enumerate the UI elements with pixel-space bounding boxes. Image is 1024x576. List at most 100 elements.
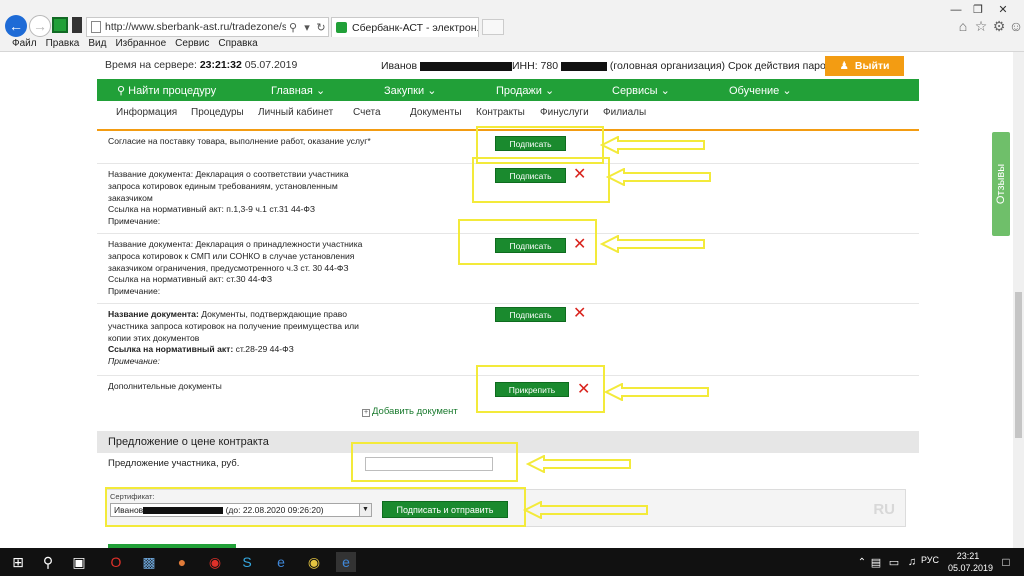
nav-purchases-label: Закупки xyxy=(384,85,425,97)
favorites-star-icon[interactable]: ☆ xyxy=(973,18,989,34)
server-date-value: 05.07.2019 xyxy=(244,59,298,71)
subnav-documents[interactable]: Документы xyxy=(410,107,462,118)
menu-edit[interactable]: Правка xyxy=(46,38,80,52)
doc-row-text: Название документа: Документы, подтвержд… xyxy=(108,309,370,368)
forward-arrow-icon[interactable]: → xyxy=(29,15,51,37)
subnav-cabinet[interactable]: Личный кабинет xyxy=(258,107,333,118)
menu-favorites[interactable]: Избранное xyxy=(115,38,166,52)
doc-row-text: Название документа: Декларация о принадл… xyxy=(108,239,370,298)
sub-nav: Информация Процедуры Личный кабинет Счет… xyxy=(97,107,919,123)
scroll-thumb[interactable] xyxy=(1015,292,1022,438)
subnav-finservices[interactable]: Финуслуги xyxy=(540,107,589,118)
browser-tab-active[interactable]: Сбербанк-АСТ - электрон... × xyxy=(331,17,479,37)
nav-training[interactable]: Обучение ⌄ xyxy=(729,84,792,97)
chevron-down-icon: ⌄ xyxy=(782,85,792,97)
subnav-procedures[interactable]: Процедуры xyxy=(191,107,244,118)
nav-main[interactable]: Главная ⌄ xyxy=(271,84,325,97)
sberbank-site-icon xyxy=(52,17,68,33)
nav-find-label: Найти процедуру xyxy=(128,85,217,97)
main-nav: ⚲ Найти процедуру Главная ⌄ Закупки ⌄ Пр… xyxy=(97,79,919,101)
doc-name-label: Название документа: xyxy=(108,169,194,179)
doc-act-label: Ссылка на нормативный акт: xyxy=(108,274,224,285)
subnav-info[interactable]: Информация xyxy=(116,107,177,118)
search-icon[interactable]: ⚲ xyxy=(286,21,300,34)
browser-menubar: Файл Правка Вид Избранное Сервис Справка xyxy=(0,38,1024,52)
opera-icon[interactable]: O xyxy=(106,552,126,572)
minimize-icon[interactable]: — xyxy=(948,3,964,17)
sign-button[interactable]: Подписать xyxy=(495,307,566,322)
settings-gear-icon[interactable]: ⚙ xyxy=(991,18,1007,34)
ie-active-icon[interactable]: e xyxy=(336,552,356,572)
doc-note-label: Примечание: xyxy=(108,356,160,367)
battery-icon[interactable]: ▭ xyxy=(884,552,904,572)
inn-label: ИНН: 780 xyxy=(512,60,559,72)
tray-date: 05.07.2019 xyxy=(948,563,994,573)
doc-act-label: Ссылка на нормативный акт: xyxy=(108,344,234,355)
app-red-icon[interactable]: ◉ xyxy=(205,552,225,572)
chevron-down-icon: ⌄ xyxy=(315,85,326,97)
volume-icon[interactable]: ♫ xyxy=(902,552,922,572)
notifications-icon[interactable]: □ xyxy=(996,552,1016,572)
subnav-contracts[interactable]: Контракты xyxy=(476,107,525,118)
network-icon[interactable]: ▤ xyxy=(866,552,886,572)
user-name: Иванов xyxy=(381,60,418,72)
tab-favicon xyxy=(336,22,347,33)
delete-x-icon[interactable]: ✕ xyxy=(573,306,586,322)
back-arrow-icon[interactable]: ← xyxy=(5,15,27,37)
skype-icon[interactable]: S xyxy=(237,552,257,572)
nav-purchases[interactable]: Закупки ⌄ xyxy=(384,84,436,97)
address-bar[interactable]: http://www.sberbank-ast.ru/tradezone/sup… xyxy=(86,17,329,37)
doc-name-label: Название документа: xyxy=(108,239,194,249)
feedback-tab[interactable]: Отзывы xyxy=(992,132,1010,236)
chevron-down-icon: ⌄ xyxy=(660,85,670,97)
menu-view[interactable]: Вид xyxy=(88,38,106,52)
price-label: Предложение участника, руб. xyxy=(108,458,240,469)
user-icon: ♟ xyxy=(839,60,849,72)
server-time: Время на сервере: 23:21:32 05.07.2019 xyxy=(105,59,297,71)
logout-label: Выйти xyxy=(854,60,890,72)
doc-note-label: Примечание: xyxy=(108,286,161,297)
subnav-branches[interactable]: Филиалы xyxy=(603,107,646,118)
new-tab-button[interactable] xyxy=(482,19,504,35)
task-view-icon[interactable]: ▣ xyxy=(69,552,89,572)
annotation-box xyxy=(351,442,518,482)
refresh-icon[interactable]: ↻ xyxy=(314,21,328,34)
browser-chrome: ← → http://www.sberbank-ast.ru/tradezone… xyxy=(0,0,1024,52)
doc-act-label: Ссылка на нормативный акт: xyxy=(108,204,224,215)
window-close-icon[interactable]: ✕ xyxy=(995,3,1011,17)
add-document-link[interactable]: + Добавить документ xyxy=(362,406,458,417)
search-icon[interactable]: ⚲ xyxy=(38,552,58,572)
doc-note-label: Примечание: xyxy=(108,216,161,227)
keyboard-language[interactable]: РУС xyxy=(921,555,939,565)
smiley-feedback-icon[interactable]: ☺ xyxy=(1008,18,1024,34)
nav-sales-label: Продажи xyxy=(496,85,542,97)
annotation-box xyxy=(458,219,597,265)
menu-file[interactable]: Файл xyxy=(12,38,37,52)
nav-services[interactable]: Сервисы ⌄ xyxy=(612,84,670,97)
menu-help[interactable]: Справка xyxy=(218,38,257,52)
page-scrollbar[interactable] xyxy=(1013,52,1024,548)
nav-training-label: Обучение xyxy=(729,85,780,97)
doc-row-text: Название документа: Декларация о соответ… xyxy=(108,169,370,228)
subnav-accounts[interactable]: Счета xyxy=(353,107,381,118)
nav-find-procedure[interactable]: ⚲ Найти процедуру xyxy=(117,84,216,97)
windows-taskbar: ⊞ ⚲ ▣ O ▩ ● ◉ S e ◉ e ⌃ ▤ ▭ ♫ РУС 23:21 … xyxy=(0,548,1024,576)
annotation-box xyxy=(472,157,610,203)
home-icon[interactable]: ⌂ xyxy=(955,18,971,34)
window-app-icon[interactable]: ▩ xyxy=(139,552,159,572)
add-document-label: Добавить документ xyxy=(372,406,458,417)
ie-icon[interactable]: e xyxy=(271,552,291,572)
chrome-icon[interactable]: ◉ xyxy=(304,552,324,572)
restore-icon[interactable]: ❐ xyxy=(970,3,986,17)
dropdown-arrow-icon[interactable]: ▾ xyxy=(300,21,314,34)
nav-sales[interactable]: Продажи ⌄ xyxy=(496,84,554,97)
gimp-icon[interactable]: ● xyxy=(172,552,192,572)
doc-name-label: Название документа: xyxy=(108,309,199,319)
tab-title: Сбербанк-АСТ - электрон... xyxy=(352,21,479,34)
logout-button[interactable]: ♟ Выйти xyxy=(825,56,904,76)
page-viewport: Время на сервере: 23:21:32 05.07.2019 Ив… xyxy=(0,52,1024,548)
menu-tools[interactable]: Сервис xyxy=(175,38,209,52)
tray-clock[interactable]: 23:21 05.07.2019 xyxy=(948,550,994,574)
tray-time: 23:21 xyxy=(956,551,980,561)
windows-start-icon[interactable]: ⊞ xyxy=(8,552,28,572)
